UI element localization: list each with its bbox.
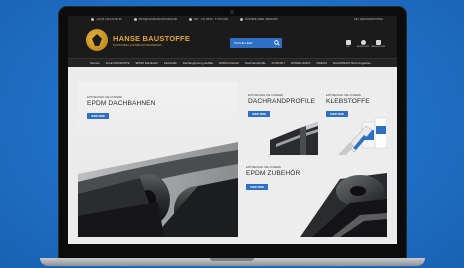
header-icons: DE ANMELDEN WARENKORB	[343, 40, 386, 48]
tile-dachrandprofile[interactable]: ENTDECKEN SIE UNSERE DACHRANDPROFILE SHO…	[240, 82, 318, 155]
topbar-hours: MO. - FR. 08:00 - 17:00 UHR	[189, 18, 228, 22]
language-button[interactable]: DE	[343, 40, 353, 48]
main-nav: Service ALLE PRODUKTE EPDM Dachbahn Kleb…	[68, 58, 397, 67]
tile-eyebrow: ENTDECKEN SIE UNSERE	[248, 93, 283, 97]
logo-subtitle: FACHHANDEL FÜR BEDACHUNGSBEDARF	[113, 43, 162, 47]
phone-icon	[91, 18, 94, 22]
account-icon	[360, 40, 366, 45]
nav-item-videos[interactable]: VIDEOS	[316, 61, 327, 65]
tile-heading: DACHRANDPROFILE	[248, 98, 316, 105]
nav-item-dachbegruenung[interactable]: Dachbegrünung Gefälle	[183, 61, 214, 65]
nav-item-klebstoffe[interactable]: Klebstoffe	[164, 61, 177, 65]
tile-klebstoffe[interactable]: ENTDECKEN SIE UNSERE KLEBSTOFFE SHOP NOW	[320, 82, 387, 155]
shop-now-button[interactable]: SHOP NOW	[246, 184, 268, 190]
nav-item-service[interactable]: Service	[90, 61, 100, 65]
language-icon	[345, 40, 351, 45]
shop-now-button[interactable]: SHOP NOW	[248, 111, 270, 117]
truck-icon	[239, 18, 243, 22]
tile-epdm-zubehoer[interactable]: ENTDECKEN SIE UNSERE EPDM ZUBEHÖR SHOP N…	[240, 157, 387, 237]
topbar-hours-text: MO. - FR. 08:00 - 17:00 UHR	[194, 18, 228, 22]
nav-item-kontakt[interactable]: KONTAKT	[272, 61, 285, 65]
tile-eyebrow: ENTDECKEN SIE UNSERE	[326, 93, 361, 97]
topbar-right[interactable]: DE | VERSANDKOSTEN	[354, 18, 383, 21]
cart-label: WARENKORB	[370, 46, 386, 48]
topbar-phone-text: +49 (0) 4161 64 66 26	[96, 18, 122, 22]
search-input[interactable]: SUCHE HIER	[230, 38, 282, 48]
laptop-base	[40, 258, 425, 266]
search-placeholder: SUCHE HIER	[234, 41, 253, 45]
search-icon[interactable]	[272, 38, 282, 48]
tile-heading: EPDM ZUBEHÖR	[246, 170, 301, 177]
language-label: DE	[346, 46, 350, 48]
tile-eyebrow: ENTDECKEN SIE UNSERE	[246, 165, 281, 169]
laptop-screen: +49 (0) 4161 64 66 26 INFO@HANSE-BAUSTOF…	[68, 16, 397, 244]
account-button[interactable]: ANMELDEN	[356, 40, 370, 48]
nav-item-epdm-zubehoer[interactable]: EPDM Zubehör	[219, 61, 239, 65]
laptop-base-notch	[210, 258, 254, 261]
shop-now-button[interactable]: SHOP NOW	[87, 113, 109, 119]
topbar-phone[interactable]: +49 (0) 4161 64 66 26	[91, 18, 122, 22]
topbar-shipping: KOSTENLOSER VERSAND	[239, 18, 278, 22]
site-header: +49 (0) 4161 64 66 26 INFO@HANSE-BAUSTOF…	[68, 16, 397, 67]
logo-eagle-icon	[86, 29, 108, 51]
topbar-email-text: INFO@HANSE-BAUSTOFFE.DE	[138, 18, 178, 22]
cart-button[interactable]: WARENKORB	[370, 40, 386, 48]
shop-now-button[interactable]: SHOP NOW	[326, 111, 348, 117]
laptop-lid: +49 (0) 4161 64 66 26 INFO@HANSE-BAUSTOF…	[58, 6, 407, 260]
logo-link[interactable]: HANSE BAUSTOFFE FACHHANDEL FÜR BEDACHUNG…	[86, 29, 190, 51]
topbar-email[interactable]: INFO@HANSE-BAUSTOFFE.DE	[133, 18, 178, 22]
tile-heading: EPDM DACHBAHNEN	[87, 100, 156, 107]
tile-epdm-dachbahnen[interactable]: ENTDECKEN SIE UNSERE EPDM DACHBAHNEN SHO…	[78, 82, 238, 237]
nav-item-alle-produkte[interactable]: ALLE PRODUKTE	[106, 61, 130, 65]
webcam-icon	[230, 10, 234, 14]
logo-title: HANSE BAUSTOFFE	[113, 33, 191, 43]
nav-item-dachrandprofile[interactable]: Dachrandprofile	[245, 61, 265, 65]
tile-eyebrow: ENTDECKEN SIE UNSERE	[87, 95, 122, 99]
hero-grid: ENTDECKEN SIE UNSERE EPDM DACHBAHNEN SHO…	[68, 67, 397, 244]
cart-icon	[375, 40, 381, 45]
topbar: +49 (0) 4161 64 66 26 INFO@HANSE-BAUSTOF…	[68, 16, 397, 24]
nav-item-epdm-dachbahn[interactable]: EPDM Dachbahn	[136, 61, 158, 65]
nav-item-downloads[interactable]: DOWNLOADS	[291, 61, 310, 65]
account-label: ANMELDEN	[356, 46, 370, 48]
logo-text: HANSE BAUSTOFFE FACHHANDEL FÜR BEDACHUNG…	[113, 34, 190, 47]
topbar-shipping-text: KOSTENLOSER VERSAND	[244, 18, 278, 22]
tile-heading: KLEBSTOFFE	[326, 98, 370, 105]
clock-icon	[189, 18, 193, 22]
nav-item-dachpraktisch[interactable]: DACHPRAKTISCH Angebote	[333, 61, 371, 65]
mail-icon	[133, 18, 137, 22]
epdm-accessories-image	[300, 173, 387, 237]
